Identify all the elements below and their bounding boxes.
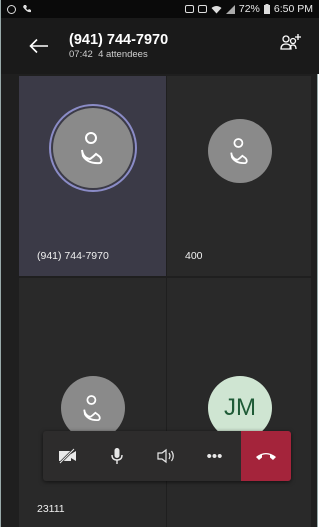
end-call-button[interactable] [241, 431, 291, 481]
participant-name: 23111 [37, 503, 65, 515]
notification-icon [7, 4, 16, 14]
participant-avatar [208, 119, 272, 183]
status-bar: 72% 6:50 PM [1, 0, 319, 18]
participant-name: 400 [185, 250, 203, 262]
battery-percent: 72% [238, 3, 260, 15]
mute-status-icon [197, 5, 207, 13]
call-controls: ••• [43, 431, 291, 481]
phone-icon [81, 132, 103, 165]
phone-icon [230, 138, 248, 164]
call-header: (941) 744-7970 07:42 4 attendees [1, 18, 319, 74]
participant-name: (941) 744-7970 [37, 250, 109, 262]
attendee-count: 4 attendees [98, 49, 148, 60]
microphone-icon [110, 448, 123, 464]
call-duration: 07:42 [69, 49, 93, 60]
arrow-left-icon [29, 38, 48, 54]
hang-up-icon [256, 453, 276, 460]
nfc-icon [184, 5, 194, 13]
video-off-icon [58, 448, 76, 464]
add-people-icon [280, 34, 301, 50]
participant-tile[interactable]: 23111 [19, 278, 166, 527]
speaker-button[interactable] [141, 431, 190, 481]
call-info: (941) 744-7970 07:42 4 attendees [69, 32, 168, 60]
call-subtitle: 07:42 4 attendees [69, 49, 168, 60]
signal-icon [225, 4, 235, 14]
battery-icon [263, 4, 270, 14]
add-participants-button[interactable] [279, 32, 303, 56]
speaker-icon [156, 448, 174, 464]
clock: 6:50 PM [273, 3, 313, 15]
wifi-icon [211, 5, 222, 13]
phone-status-icon [23, 5, 31, 13]
phone-icon [83, 395, 101, 421]
back-button[interactable] [17, 24, 61, 68]
call-title: (941) 744-7970 [69, 32, 169, 48]
participant-tile[interactable]: 400 [167, 76, 311, 276]
participant-tile[interactable]: (941) 744-7970 [19, 76, 166, 276]
more-options-button[interactable]: ••• [190, 431, 239, 481]
participant-tile[interactable]: JM [167, 278, 311, 527]
camera-off-button[interactable] [43, 431, 92, 481]
participant-avatar [53, 108, 133, 188]
teams-call-screen: 72% 6:50 PM (941) 744-7970 07:42 4 atten… [0, 0, 319, 527]
microphone-button[interactable] [92, 431, 141, 481]
